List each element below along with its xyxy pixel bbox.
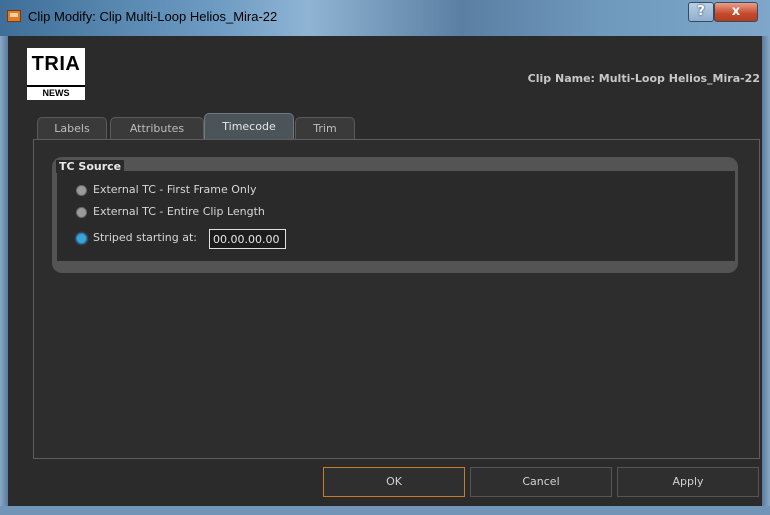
- window-frame-right: [762, 36, 770, 515]
- radio-label[interactable]: External TC - Entire Clip Length: [93, 205, 265, 218]
- logo-main-text: TRIA: [31, 53, 81, 75]
- ok-button[interactable]: OK: [323, 467, 465, 497]
- radio-label[interactable]: Striped starting at:: [93, 231, 197, 244]
- tab-attributes[interactable]: Attributes: [110, 117, 204, 140]
- tc-source-title: TC Source: [56, 160, 125, 173]
- close-button[interactable]: x: [714, 2, 758, 22]
- window-title: Clip Modify: Clip Multi-Loop Helios_Mira…: [28, 9, 278, 24]
- radio-button-selected[interactable]: [76, 233, 87, 244]
- tab-trim[interactable]: Trim: [295, 117, 355, 140]
- app-icon: [7, 10, 21, 22]
- clip-modify-window: Clip Modify: Clip Multi-Loop Helios_Mira…: [0, 0, 770, 515]
- cancel-button[interactable]: Cancel: [470, 467, 612, 497]
- title-bar[interactable]: Clip Modify: Clip Multi-Loop Helios_Mira…: [0, 0, 770, 36]
- radio-button[interactable]: [76, 185, 87, 196]
- window-frame-left: [0, 36, 8, 515]
- radio-button[interactable]: [76, 207, 87, 218]
- logo-sub-text: NEWS: [27, 85, 85, 100]
- striped-timecode-input[interactable]: [209, 229, 286, 249]
- tab-timecode[interactable]: Timecode: [204, 113, 294, 140]
- help-button[interactable]: ?: [688, 2, 714, 22]
- radio-label[interactable]: External TC - First Frame Only: [93, 183, 256, 196]
- apply-button[interactable]: Apply: [617, 467, 759, 497]
- tab-labels[interactable]: Labels: [37, 117, 107, 140]
- window-frame-bottom: [0, 506, 770, 515]
- tria-news-logo: TRIA NEWS: [27, 48, 85, 100]
- clip-name-label: Clip Name: Multi-Loop Helios_Mira-22: [527, 72, 760, 85]
